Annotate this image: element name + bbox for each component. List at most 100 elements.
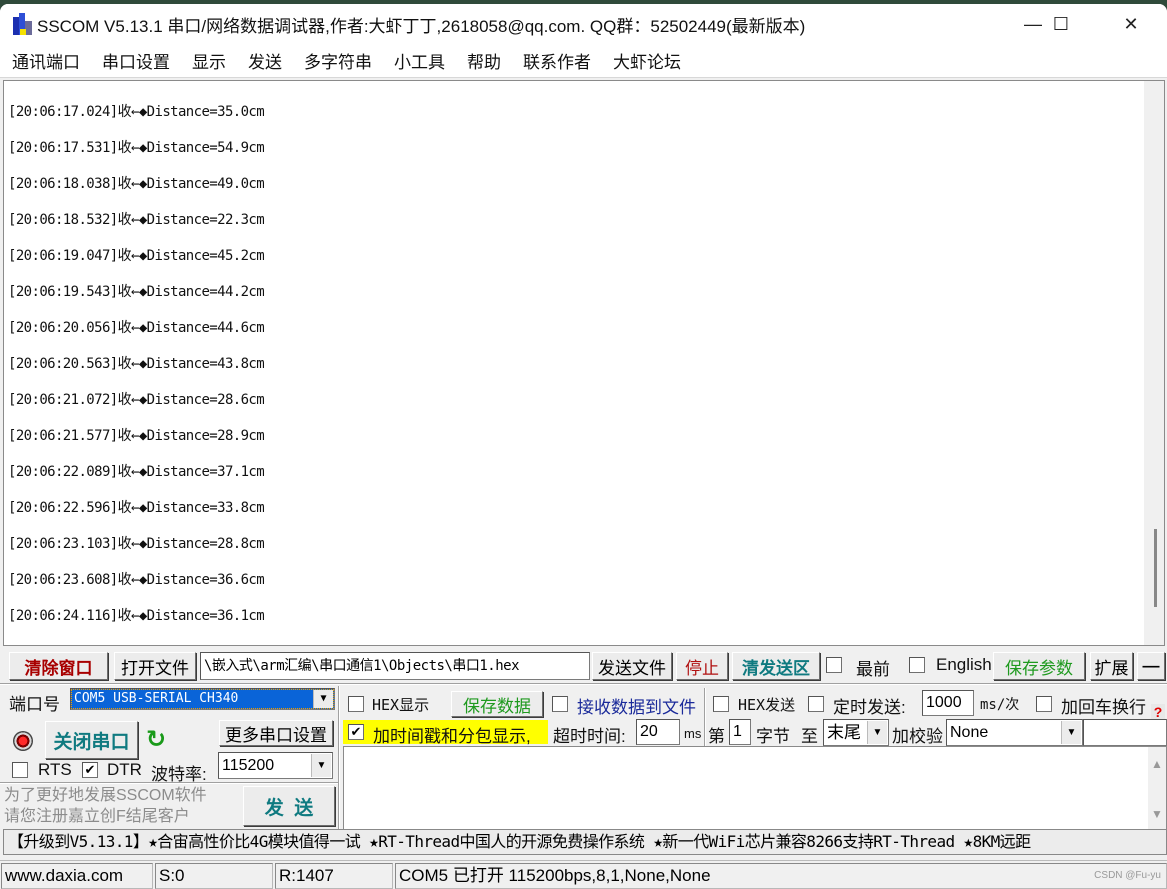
divider	[0, 683, 1167, 685]
send-text-area[interactable]: ▲ ▼	[343, 746, 1167, 830]
send-file-button[interactable]: 发送文件	[592, 652, 672, 680]
watermark: CSDN @Fu-yu	[1094, 870, 1161, 881]
app-logo-icon	[13, 13, 33, 35]
checksum-output-field[interactable]	[1083, 719, 1167, 746]
save-data-button[interactable]: 保存数据	[451, 691, 543, 717]
to-select-value: 末尾	[827, 723, 861, 742]
divider	[0, 782, 340, 784]
timed-send-checkbox[interactable]	[808, 696, 824, 712]
refresh-icon[interactable]: ↻	[146, 728, 166, 752]
log-line: [20:06:18.038]收←◆Distance=49.0cm	[8, 176, 265, 192]
status-received-count: R:1407	[275, 863, 393, 889]
log-line: [20:06:23.608]收←◆Distance=36.6cm	[8, 572, 265, 588]
baud-rate-value: 115200	[222, 757, 275, 774]
log-line: [20:06:21.072]收←◆Distance=28.6cm	[8, 392, 265, 408]
log-line: [20:06:17.531]收←◆Distance=54.9cm	[8, 140, 265, 156]
menu-forum[interactable]: 大虾论坛	[613, 48, 681, 73]
port-select[interactable]: COM5 USB-SERIAL CH340 ▼	[70, 688, 335, 710]
close-port-button[interactable]: 关闭串口	[45, 721, 138, 759]
port-status-led-icon	[13, 731, 33, 751]
port-label: 端口号	[9, 695, 60, 714]
receive-log: [20:06:17.024]收←◆Distance=35.0cm [20:06:…	[8, 94, 265, 634]
menu-bar: 通讯端口 串口设置 显示 发送 多字符串 小工具 帮助 联系作者 大虾论坛	[0, 44, 1167, 78]
to-select[interactable]: 末尾 ▼	[823, 719, 889, 746]
baud-rate-select[interactable]: 115200 ▼	[218, 752, 333, 779]
rts-checkbox[interactable]	[12, 762, 28, 778]
help-icon[interactable]: ?	[1151, 704, 1165, 720]
status-sent-count: S:0	[155, 863, 273, 889]
divider	[338, 686, 340, 830]
close-button[interactable]: ✕	[1101, 4, 1161, 44]
chevron-down-icon[interactable]: ▼	[1061, 721, 1081, 744]
log-line: [20:06:17.024]收←◆Distance=35.0cm	[8, 104, 265, 120]
title-bar: SSCOM V5.13.1 串口/网络数据调试器,作者:大虾丁丁,2618058…	[0, 4, 1167, 44]
chevron-down-icon[interactable]: ▼	[867, 721, 887, 744]
recv-to-file-checkbox[interactable]	[552, 696, 568, 712]
send-scrollbar[interactable]: ▲ ▼	[1148, 747, 1166, 829]
port-select-value: COM5 USB-SERIAL CH340	[74, 691, 239, 706]
timeout-input[interactable]: 20	[636, 719, 680, 745]
english-checkbox[interactable]	[909, 657, 925, 673]
clear-window-button[interactable]: 清除窗口	[9, 652, 108, 680]
menu-tools[interactable]: 小工具	[394, 48, 445, 73]
topmost-checkbox[interactable]	[826, 657, 842, 673]
timed-send-label: 定时发送:	[833, 698, 906, 717]
timed-interval-input[interactable]: 1000	[922, 690, 974, 716]
promo-line-1[interactable]: 为了更好地发展SSCOM软件	[4, 786, 207, 806]
byte-from-label: 第	[708, 727, 725, 746]
menu-contact-author[interactable]: 联系作者	[523, 48, 591, 73]
hex-display-checkbox[interactable]	[348, 696, 364, 712]
log-line: [20:06:19.543]收←◆Distance=44.2cm	[8, 284, 265, 300]
maximize-button[interactable]: ☐	[1031, 4, 1091, 44]
recv-to-file-label: 接收数据到文件	[577, 698, 696, 717]
send-button[interactable]: 发 送	[243, 786, 335, 826]
menu-help[interactable]: 帮助	[467, 48, 501, 73]
timeout-label: 超时时间:	[553, 727, 626, 746]
expand-button[interactable]: 扩展	[1090, 652, 1133, 680]
clear-send-button[interactable]: 清发送区	[732, 652, 820, 680]
receive-text-area[interactable]: [20:06:17.024]收←◆Distance=35.0cm [20:06:…	[3, 80, 1165, 646]
log-line: [20:06:18.532]收←◆Distance=22.3cm	[8, 212, 265, 228]
scroll-up-icon[interactable]: ▲	[1151, 757, 1163, 771]
divider	[704, 688, 706, 746]
log-line: [20:06:24.116]收←◆Distance=36.1cm	[8, 608, 265, 624]
timed-unit-label: ms/次	[980, 697, 1020, 713]
status-website[interactable]: www.daxia.com	[1, 863, 153, 889]
log-line: [20:06:23.103]收←◆Distance=28.8cm	[8, 536, 265, 552]
hex-send-checkbox[interactable]	[713, 696, 729, 712]
log-line: [20:06:20.563]收←◆Distance=43.8cm	[8, 356, 265, 372]
to-label: 至	[801, 727, 818, 746]
menu-serial-settings[interactable]: 串口设置	[102, 48, 170, 73]
scroll-down-icon[interactable]: ▼	[1151, 807, 1163, 821]
window-title: SSCOM V5.13.1 串口/网络数据调试器,作者:大虾丁丁,2618058…	[37, 16, 806, 36]
menu-send[interactable]: 发送	[248, 48, 282, 73]
save-params-button[interactable]: 保存参数	[993, 652, 1085, 680]
byte-from-input[interactable]: 1	[729, 719, 751, 745]
add-crlf-checkbox[interactable]	[1036, 696, 1052, 712]
receive-scrollbar[interactable]	[1144, 81, 1164, 645]
dtr-checkbox[interactable]: ✔	[82, 762, 98, 778]
open-file-button[interactable]: 打开文件	[114, 652, 196, 680]
chevron-down-icon[interactable]: ▼	[313, 690, 333, 708]
log-line: [20:06:22.089]收←◆Distance=37.1cm	[8, 464, 265, 480]
chevron-down-icon[interactable]: ▼	[311, 754, 331, 777]
log-line: [20:06:19.047]收←◆Distance=45.2cm	[8, 248, 265, 264]
byte-unit-label: 字节	[756, 727, 790, 746]
sscom-window: SSCOM V5.13.1 串口/网络数据调试器,作者:大虾丁丁,2618058…	[0, 4, 1167, 889]
more-serial-settings-button[interactable]: 更多串口设置	[219, 720, 333, 746]
news-ticker[interactable]: 【升级到V5.13.1】★合宙高性价比4G模块值得一试 ★RT-Thread中国…	[3, 829, 1167, 855]
stop-button[interactable]: 停止	[676, 652, 728, 680]
collapse-button[interactable]: —	[1137, 652, 1165, 680]
hex-send-label: HEX发送	[738, 696, 796, 714]
menu-multi-string[interactable]: 多字符串	[304, 48, 372, 73]
scrollbar-thumb[interactable]	[1154, 529, 1157, 607]
log-line: [20:06:20.056]收←◆Distance=44.6cm	[8, 320, 265, 336]
checksum-select[interactable]: None ▼	[946, 719, 1083, 746]
promo-line-2[interactable]: 请您注册嘉立创F结尾客户	[4, 807, 190, 827]
dtr-label: DTR	[107, 760, 142, 779]
timestamp-checkbox[interactable]: ✔	[348, 724, 364, 740]
menu-display[interactable]: 显示	[192, 48, 226, 73]
menu-comm-port[interactable]: 通讯端口	[12, 48, 80, 73]
log-line: [20:06:21.577]收←◆Distance=28.9cm	[8, 428, 265, 444]
file-path-input[interactable]: \嵌入式\arm汇编\串口通信1\Objects\串口1.hex	[200, 652, 590, 680]
